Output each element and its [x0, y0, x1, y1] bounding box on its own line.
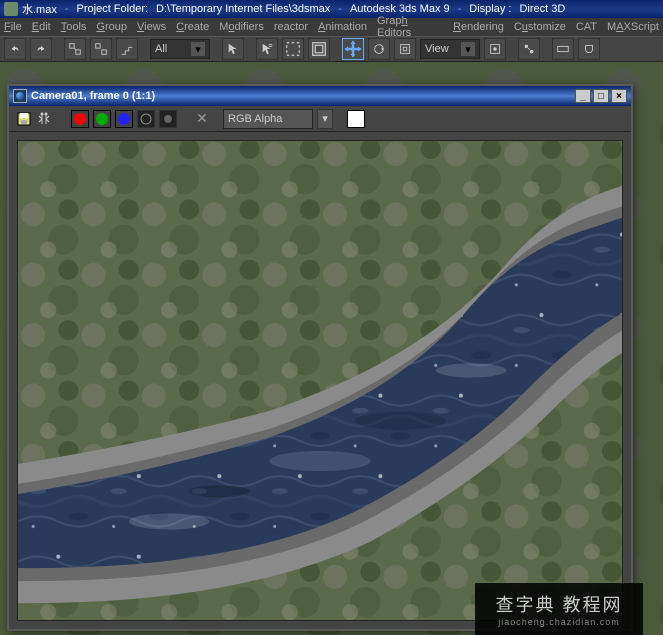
select-by-name-button[interactable]	[256, 38, 278, 60]
separator: -	[458, 3, 462, 15]
select-move-button[interactable]	[342, 38, 364, 60]
close-button[interactable]: ×	[611, 89, 627, 103]
redo-button[interactable]	[30, 38, 52, 60]
blue-channel-button[interactable]	[115, 110, 133, 128]
render-window-icon	[13, 89, 27, 103]
watermark-sub: jiaocheng.chazidian.com	[498, 617, 620, 627]
render-frame-window: Camera01, frame 0 (1:1) _ □ × ✕ RGB Alph…	[7, 84, 633, 631]
menu-cat[interactable]: CAT	[576, 21, 597, 33]
red-channel-button[interactable]	[71, 110, 89, 128]
use-pivot-button[interactable]	[484, 38, 506, 60]
display-mode: Direct 3D	[519, 3, 565, 15]
snap-toggle-button[interactable]	[578, 38, 600, 60]
unlink-button[interactable]	[90, 38, 112, 60]
select-region-button[interactable]	[282, 38, 304, 60]
manipulate-button[interactable]	[518, 38, 540, 60]
alpha-channel-button[interactable]	[137, 110, 155, 128]
folder-label: Project Folder:	[77, 3, 149, 15]
main-toolbar: All ▾ View ▾	[0, 36, 663, 62]
rendered-image[interactable]	[17, 140, 623, 621]
green-channel-button[interactable]	[93, 110, 111, 128]
menu-group[interactable]: Group	[96, 21, 127, 33]
dropdown-arrow-icon: ▾	[461, 42, 475, 56]
keyboard-shortcut-button[interactable]	[552, 38, 574, 60]
color-swatch[interactable]	[347, 110, 365, 128]
menu-file[interactable]: File	[4, 21, 22, 33]
menu-rendering[interactable]: Rendering	[453, 21, 504, 33]
display-label: Display :	[469, 3, 511, 15]
select-scale-button[interactable]	[394, 38, 416, 60]
dropdown-arrow-icon: ▾	[191, 42, 205, 56]
channel-value: RGB Alpha	[228, 113, 282, 125]
app-icon	[4, 2, 18, 16]
menu-views[interactable]: Views	[137, 21, 166, 33]
app-name: Autodesk 3ds Max 9	[350, 3, 450, 15]
select-rotate-button[interactable]	[368, 38, 390, 60]
menu-create[interactable]: Create	[176, 21, 209, 33]
menubar: File Edit Tools Group Views Create Modif…	[0, 18, 663, 36]
menu-modifiers[interactable]: Modifiers	[219, 21, 264, 33]
clone-window-button[interactable]	[37, 110, 57, 128]
reference-system-value: View	[425, 43, 449, 55]
render-toolbar: ✕ RGB Alpha ▾	[9, 106, 631, 132]
window-crossing-button[interactable]	[308, 38, 330, 60]
bind-button[interactable]	[116, 38, 138, 60]
render-content-area	[9, 132, 631, 629]
save-image-button[interactable]	[15, 110, 33, 128]
minimize-button[interactable]: _	[575, 89, 591, 103]
mono-channel-button[interactable]	[159, 110, 177, 128]
link-button[interactable]	[64, 38, 86, 60]
menu-edit[interactable]: Edit	[32, 21, 51, 33]
app-titlebar: 水.max - Project Folder: D:\Temporary Int…	[0, 0, 663, 18]
menu-maxscript[interactable]: MAXScript	[607, 21, 659, 33]
render-window-titlebar[interactable]: Camera01, frame 0 (1:1) _ □ ×	[9, 86, 631, 106]
reference-system-dropdown[interactable]: View ▾	[420, 39, 480, 59]
menu-customize[interactable]: Customize	[514, 21, 566, 33]
select-object-button[interactable]	[222, 38, 244, 60]
clear-button[interactable]: ✕	[193, 110, 211, 128]
selection-filter-value: All	[155, 43, 167, 55]
channel-dropdown-arrow[interactable]: ▾	[317, 109, 333, 129]
filename: 水.max	[22, 1, 57, 17]
separator: -	[338, 3, 342, 15]
menu-animation[interactable]: Animation	[318, 21, 367, 33]
folder-path: D:\Temporary Internet Files\3dsmax	[156, 3, 330, 15]
viewport-area: Camera01, frame 0 (1:1) _ □ × ✕ RGB Alph…	[0, 62, 663, 635]
menu-reactor[interactable]: reactor	[274, 21, 308, 33]
selection-filter-dropdown[interactable]: All ▾	[150, 39, 210, 59]
channel-dropdown[interactable]: RGB Alpha	[223, 109, 313, 129]
render-window-title: Camera01, frame 0 (1:1)	[31, 90, 155, 102]
menu-tools[interactable]: Tools	[61, 21, 87, 33]
watermark: 查字典 教程网 jiaocheng.chazidian.com	[475, 583, 643, 635]
watermark-main: 查字典 教程网	[495, 591, 622, 617]
maximize-button[interactable]: □	[593, 89, 609, 103]
menu-graph-editors[interactable]: Graph Editors	[377, 15, 443, 39]
undo-button[interactable]	[4, 38, 26, 60]
separator: -	[65, 3, 69, 15]
